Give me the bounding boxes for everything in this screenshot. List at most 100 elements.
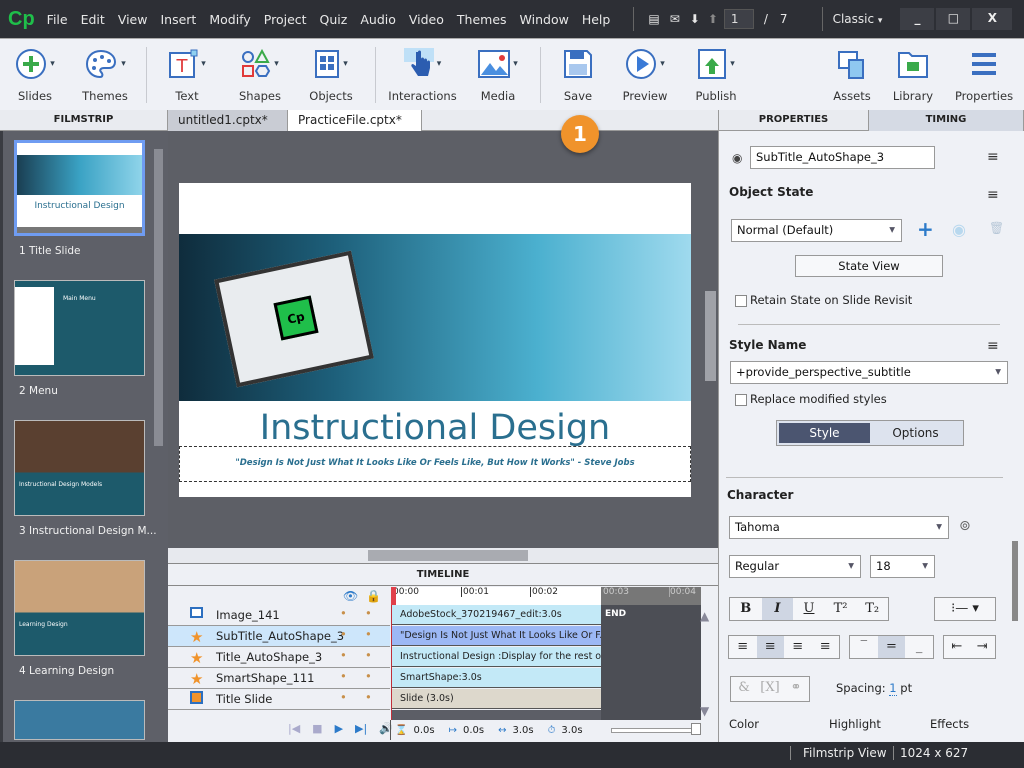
options-tab[interactable]: Options — [870, 423, 961, 443]
filmstrip-thumb-4[interactable]: Learning Design — [14, 560, 145, 656]
arrow-up-icon[interactable]: ⬆ — [708, 12, 718, 26]
tab-untitled1[interactable]: untitled1.cptx* × — [168, 110, 288, 147]
mail-icon[interactable]: ✉ — [670, 12, 680, 26]
menu-themes[interactable]: Themes — [457, 12, 507, 27]
tab-properties[interactable]: PROPERTIES — [718, 110, 869, 131]
visibility-dot[interactable]: • — [340, 606, 347, 620]
outdent-button[interactable]: ⇤ — [944, 636, 970, 658]
panel-menu-icon[interactable]: ≡ — [987, 338, 999, 354]
filmstrip-scrollbar[interactable] — [154, 149, 163, 446]
spacing-value[interactable]: 1 — [889, 681, 897, 696]
retain-state-checkbox[interactable] — [735, 295, 747, 307]
maximize-button[interactable]: □ — [936, 8, 971, 30]
panel-menu-icon[interactable]: ≡ — [987, 187, 999, 203]
justify-button[interactable]: ≡ — [812, 636, 840, 658]
visibility-dot[interactable]: • — [340, 690, 347, 704]
slide-notes-icon[interactable]: ▤ — [648, 12, 659, 26]
bold-button[interactable]: B — [730, 598, 762, 620]
align-middle-button[interactable]: = — [877, 636, 906, 658]
slide-banner-image[interactable]: Cp — [179, 234, 691, 401]
creative-cloud-fonts-icon[interactable]: ⊚ — [959, 518, 971, 534]
shapes-button[interactable]: ▾ Shapes — [225, 45, 295, 103]
object-state-dropdown[interactable]: Normal (Default) — [731, 219, 902, 242]
panel-menu-icon[interactable]: ≡ — [987, 149, 999, 165]
assets-button[interactable]: Assets — [817, 45, 887, 103]
visibility-dot[interactable]: • — [340, 648, 347, 662]
style-tab[interactable]: Style — [779, 423, 870, 443]
menu-edit[interactable]: Edit — [81, 12, 105, 27]
themes-button[interactable]: ▾ Themes — [70, 45, 140, 103]
workspace-dropdown[interactable]: Classic ▾ — [833, 12, 883, 26]
filmstrip-thumb-2[interactable]: Main Menu — [14, 280, 145, 376]
objects-button[interactable]: ▾ Objects — [296, 45, 366, 103]
timeline-bar[interactable]: Slide (3.0s) — [391, 689, 601, 709]
slides-button[interactable]: ▾ Slides — [0, 45, 70, 103]
menu-view[interactable]: View — [118, 12, 148, 27]
next-icon[interactable]: ▶| — [355, 722, 367, 735]
scroll-down-icon[interactable]: ▼ — [700, 704, 709, 718]
align-top-button[interactable]: ‾ — [850, 636, 878, 658]
save-button[interactable]: Save — [543, 45, 613, 103]
menu-file[interactable]: File — [47, 12, 68, 27]
visibility-eye-icon[interactable]: ◉ — [732, 151, 742, 165]
menu-project[interactable]: Project — [264, 12, 307, 27]
menu-window[interactable]: Window — [520, 12, 569, 27]
playhead[interactable] — [391, 605, 392, 720]
align-center-button[interactable]: ≡ — [756, 636, 784, 658]
object-name-input[interactable]: SubTitle_AutoShape_3 — [750, 146, 935, 169]
font-size-dropdown[interactable]: 18 — [870, 555, 935, 578]
menu-video[interactable]: Video — [409, 12, 444, 27]
font-style-dropdown[interactable]: Regular — [729, 555, 861, 578]
add-state-icon[interactable]: + — [917, 217, 934, 241]
underline-button[interactable]: U — [793, 598, 825, 620]
visibility-eye-icon[interactable]: 👁 — [343, 589, 358, 603]
filmstrip-thumb-3[interactable]: Instructional Design Models — [14, 420, 145, 516]
align-right-button[interactable]: ≡ — [784, 636, 812, 658]
minimize-button[interactable]: _ — [900, 8, 935, 30]
filmstrip-thumb-5[interactable] — [14, 700, 145, 740]
properties-scrollbar[interactable] — [1012, 541, 1018, 621]
timeline-row[interactable]: Title Slide • • — [168, 689, 390, 710]
rewind-icon[interactable]: |◀ — [288, 722, 300, 735]
subscript-button[interactable]: T₂ — [856, 598, 888, 620]
timeline-row[interactable]: Image_141 • • — [168, 605, 390, 626]
lock-dot[interactable]: • — [365, 669, 372, 683]
timeline-bar[interactable]: "Design Is Not Just What It Looks Like O… — [391, 626, 601, 646]
timeline-bar[interactable]: Instructional Design :Display for the re… — [391, 647, 601, 667]
timeline-row[interactable]: ★ Title_AutoShape_3 • • — [168, 647, 390, 668]
menu-help[interactable]: Help — [582, 12, 611, 27]
font-family-dropdown[interactable]: Tahoma — [729, 516, 949, 539]
slide-subtitle[interactable]: "Design Is Not Just What It Looks Like O… — [179, 458, 691, 468]
italic-button[interactable]: I — [761, 598, 794, 620]
visibility-dot[interactable]: • — [340, 627, 347, 641]
arrow-down-icon[interactable]: ⬇ — [690, 12, 700, 26]
preview-button[interactable]: ▾ Preview — [610, 45, 680, 103]
visibility-dot[interactable]: • — [340, 669, 347, 683]
menu-audio[interactable]: Audio — [360, 12, 396, 27]
bullets-dropdown[interactable]: ⁝— ▾ — [934, 597, 996, 621]
lock-dot[interactable]: • — [365, 606, 372, 620]
zoom-slider[interactable] — [610, 722, 701, 735]
scroll-up-icon[interactable]: ▲ — [700, 609, 709, 623]
lock-dot[interactable]: • — [365, 627, 372, 641]
properties-button[interactable]: Properties — [944, 45, 1024, 103]
lock-dot[interactable]: • — [365, 690, 372, 704]
lock-dot[interactable]: • — [365, 648, 372, 662]
timeline-row[interactable]: ★ SubTitle_AutoShape_3 • • — [168, 626, 390, 647]
timeline-ruler[interactable]: 00:00 00:01 00:02 00:03 00:04 — [391, 587, 701, 605]
close-button[interactable]: X — [972, 8, 1013, 30]
slide-title[interactable]: Instructional Design — [179, 408, 691, 448]
stage-vertical-scrollbar[interactable] — [705, 291, 716, 381]
style-name-dropdown[interactable]: +provide_perspective_subtitle — [730, 361, 1008, 384]
filmstrip-thumb-1[interactable]: Instructional Design — [14, 140, 145, 236]
align-bottom-button[interactable]: _ — [905, 636, 933, 658]
align-left-button[interactable]: ≡ — [729, 636, 757, 658]
menu-insert[interactable]: Insert — [160, 12, 196, 27]
timeline-bar[interactable]: SmartShape:3.0s — [391, 668, 601, 688]
text-button[interactable]: T ▾ Text — [152, 45, 222, 103]
timeline-row[interactable]: ★ SmartShape_111 • • — [168, 668, 390, 689]
superscript-button[interactable]: T² — [825, 598, 857, 620]
stop-icon[interactable]: ■ — [312, 722, 322, 735]
page-number-input[interactable]: 1 — [723, 9, 754, 29]
publish-button[interactable]: ▾ Publish — [681, 45, 751, 103]
